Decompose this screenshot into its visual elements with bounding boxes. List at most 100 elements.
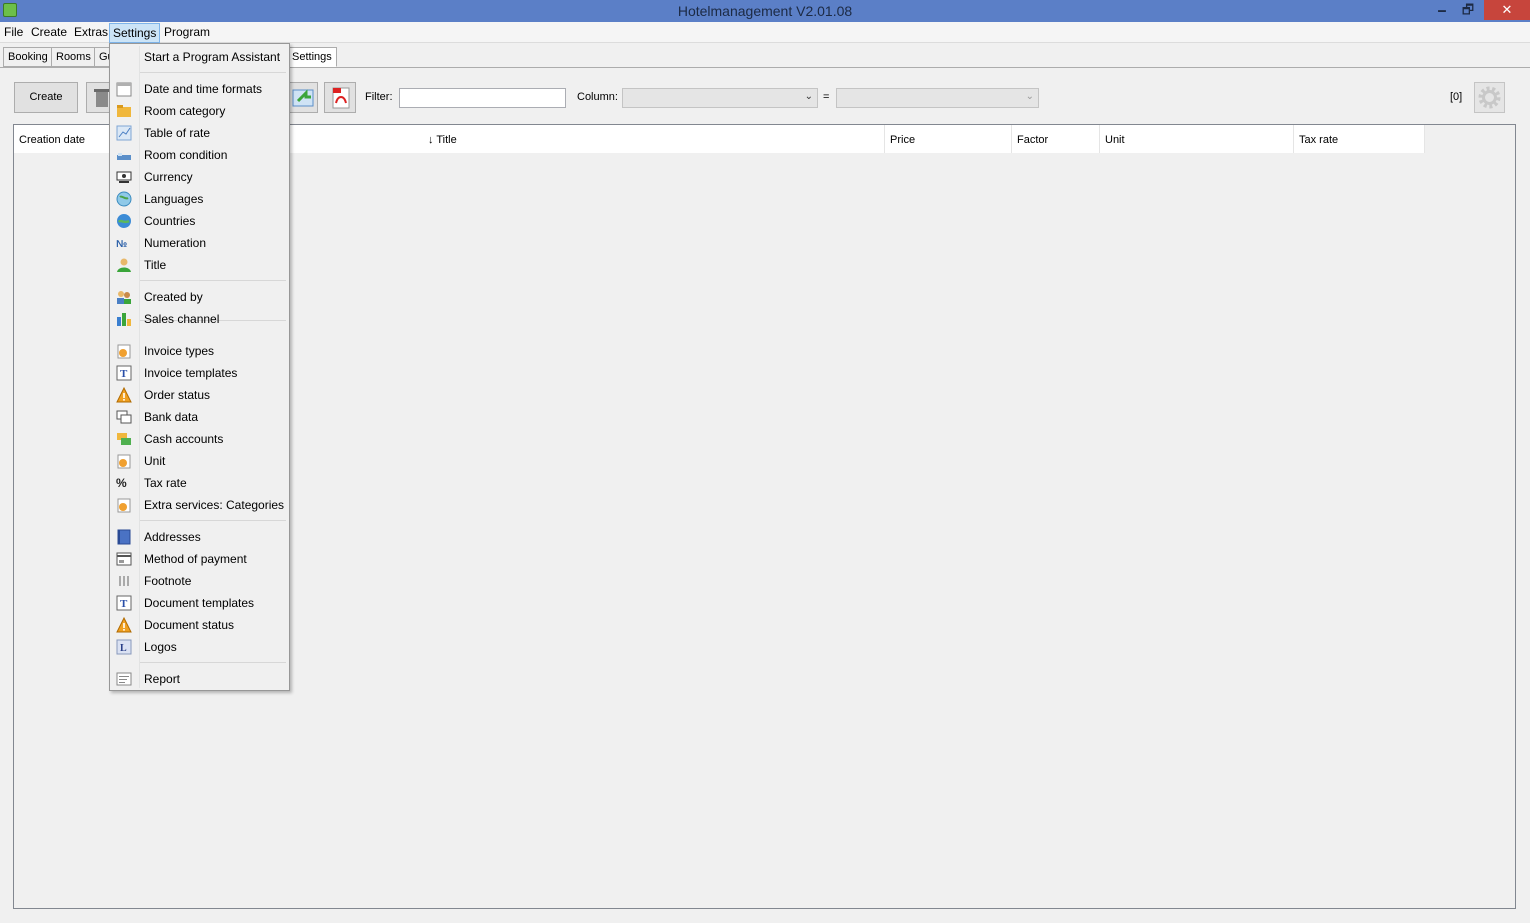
create-button[interactable]: Create (14, 82, 78, 113)
money-icon (116, 169, 132, 185)
template-icon: T (116, 595, 132, 611)
menu-item-logos[interactable]: L Logos (112, 636, 287, 658)
menu-item-start-a-program-assistant[interactable]: Start a Program Assistant (112, 46, 287, 68)
column-header-factor[interactable]: Factor (1012, 125, 1100, 153)
card-icon (116, 551, 132, 567)
menu-item-extra-services-categories[interactable]: Extra services: Categories (112, 494, 287, 516)
warning-icon (116, 386, 132, 403)
column-select[interactable]: ⌄ (622, 88, 818, 108)
menu-item-currency[interactable]: Currency (112, 166, 287, 188)
document-icon (116, 453, 132, 469)
users-icon (116, 289, 132, 305)
close-button[interactable]: ✕ (1484, 0, 1530, 20)
menu-item-label: Extra services: Categories (144, 498, 285, 512)
svg-text:%: % (116, 476, 127, 490)
value-select[interactable]: ⌄ (836, 88, 1039, 108)
template-icon: T (116, 365, 132, 381)
folder-icon (116, 103, 132, 119)
menu-item-label: Title (144, 258, 167, 272)
menu-item-tax-rate[interactable]: % Tax rate (112, 472, 287, 494)
menu-item-invoice-types[interactable]: Invoice types (112, 340, 287, 362)
menu-item-invoice-templates[interactable]: T Invoice templates (112, 362, 287, 384)
menu-item-footnote[interactable]: Footnote (112, 570, 287, 592)
menu-item-numeration[interactable]: № Numeration (112, 232, 287, 254)
menu-item-table-of-rate[interactable]: Table of rate (112, 122, 287, 144)
tab-rooms[interactable]: Rooms (51, 47, 96, 67)
menu-item-languages[interactable]: Languages (112, 188, 287, 210)
menu-separator (140, 520, 286, 521)
bed-icon (116, 147, 132, 163)
column-header-title[interactable]: ↓ Title (423, 125, 885, 153)
menu-item-method-of-payment[interactable]: Method of payment (112, 548, 287, 570)
column-header-tax-rate[interactable]: Tax rate (1294, 125, 1425, 153)
menu-item-cash-accounts[interactable]: Cash accounts (112, 428, 287, 450)
menu-item-report[interactable]: Report (112, 668, 287, 690)
menu-item-label: Start a Program Assistant (144, 50, 281, 64)
menu-item-date-and-time-formats[interactable]: Date and time formats (112, 78, 287, 100)
menu-item-order-status[interactable]: Order status (112, 384, 287, 406)
bank-icon (116, 409, 132, 425)
menu-item-label: Tax rate (144, 476, 187, 490)
menu-item-bank-data[interactable]: Bank data (112, 406, 287, 428)
menu-item-label: Unit (144, 454, 166, 468)
menu-item-label: Countries (144, 214, 196, 228)
menu-item-label: Method of payment (144, 552, 247, 566)
window-title: Hotelmanagement V2.01.08 (677, 3, 853, 19)
menu-item-label: Date and time formats (144, 82, 263, 96)
book-icon (116, 529, 132, 545)
svg-text:L: L (120, 643, 127, 654)
menu-item-label: Currency (144, 170, 193, 184)
title-bar: Hotelmanagement V2.01.08 🗕 🗗 ✕ (0, 0, 1530, 22)
column-header-unit[interactable]: Unit (1100, 125, 1294, 153)
tab-booking[interactable]: Booking (3, 47, 53, 67)
column-label: Column: (577, 91, 618, 103)
document-icon (116, 497, 132, 513)
tab-settings[interactable]: Settings (287, 47, 337, 67)
menu-item-label: Sales channel (144, 312, 220, 326)
filter-label: Filter: (365, 91, 393, 103)
column-header-price[interactable]: Price (885, 125, 1012, 153)
pdf-button[interactable] (324, 82, 356, 113)
menu-bar: File Create Extras Settings Program (0, 22, 1530, 43)
minimize-button[interactable]: 🗕 (1428, 0, 1456, 20)
menu-item-label: Room condition (144, 148, 228, 162)
menu-file[interactable]: File (4, 25, 23, 39)
menu-item-document-status[interactable]: Document status (112, 614, 287, 636)
column-header-creation-date[interactable]: Creation date (14, 125, 110, 153)
menu-item-label: Languages (144, 192, 204, 206)
footnote-icon (116, 573, 132, 589)
restore-button[interactable]: 🗗 (1454, 0, 1482, 20)
menu-item-addresses[interactable]: Addresses (112, 526, 287, 548)
menu-separator (140, 280, 286, 281)
menu-item-title[interactable]: Title (112, 254, 287, 276)
menu-item-label: Table of rate (144, 126, 211, 140)
settings-button[interactable] (1474, 82, 1505, 113)
menu-item-document-templates[interactable]: T Document templates (112, 592, 287, 614)
export-button[interactable] (286, 82, 318, 113)
chevron-down-icon: ⌄ (1025, 91, 1034, 102)
calendar-icon (116, 81, 132, 97)
menu-item-room-condition[interactable]: Room condition (112, 144, 287, 166)
menu-item-unit[interactable]: Unit (112, 450, 287, 472)
pdf-icon (332, 87, 350, 109)
menu-item-label: Created by (144, 290, 203, 304)
menu-item-label: Cash accounts (144, 432, 224, 446)
menu-item-sales-channel[interactable]: Sales channel (112, 308, 287, 330)
menu-item-room-category[interactable]: Room category (112, 100, 287, 122)
tab-guests[interactable]: Gu (94, 47, 110, 67)
settings-dropdown-menu: Start a Program Assistant Date and time f… (109, 43, 290, 691)
person-icon (116, 257, 132, 273)
menu-create[interactable]: Create (31, 25, 67, 39)
menu-program[interactable]: Program (164, 25, 210, 39)
menu-item-label: Numeration (144, 236, 207, 250)
svg-text:№: № (116, 239, 127, 250)
warning-icon (116, 616, 132, 633)
menu-extras[interactable]: Extras (74, 25, 108, 39)
gear-icon (1478, 86, 1501, 109)
menu-settings[interactable]: Settings (109, 23, 161, 43)
menu-item-countries[interactable]: Countries (112, 210, 287, 232)
menu-item-created-by[interactable]: Created by (112, 286, 287, 308)
svg-text:T: T (120, 598, 128, 610)
filter-input[interactable] (399, 88, 566, 108)
document-icon (116, 343, 132, 359)
